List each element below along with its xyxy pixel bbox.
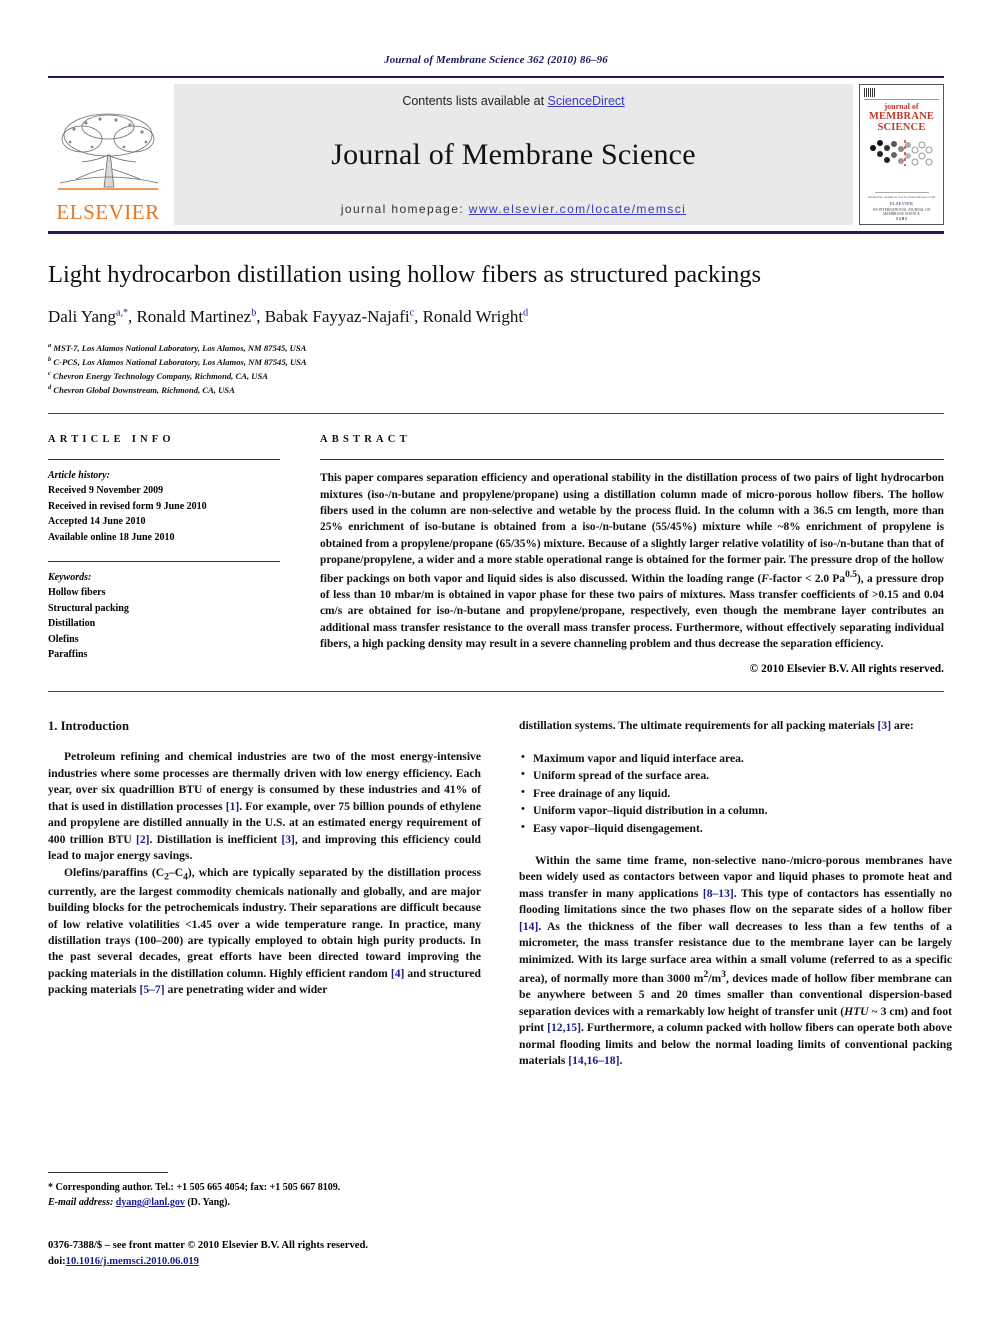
keyword-item: Olefins	[48, 633, 79, 645]
author-2-marks: c	[409, 307, 415, 319]
issn-line: 0376-7388/$ – see front matter © 2010 El…	[48, 1240, 368, 1251]
abstract-heading: ABSTRACT	[320, 434, 411, 446]
affiliation-3: d Chevron Global Downstream, Richmond, C…	[48, 384, 235, 396]
author-0-marks: a,*	[116, 307, 128, 319]
affiliation-2: c Chevron Energy Technology Company, Ric…	[48, 370, 268, 382]
homepage-prefix: journal homepage:	[340, 202, 465, 216]
article-info-heading: ARTICLE INFO	[48, 434, 175, 446]
history-item: Available online 18 June 2010	[48, 531, 175, 543]
info-abstract-region: ARTICLE INFO Article history: Received 9…	[48, 434, 944, 675]
journal-homepage-line: journal homepage: www.elsevier.com/locat…	[341, 202, 686, 216]
list-item: Free drainage of any liquid.	[519, 784, 952, 802]
issn-doi-footer: 0376-7388/$ – see front matter © 2010 El…	[48, 1238, 518, 1270]
author-1: Ronald Martinezb	[136, 307, 257, 327]
keywords-label: Keywords:	[48, 572, 92, 584]
journal-title: Journal of Membrane Science	[331, 138, 696, 171]
body-paragraph: Petroleum refining and chemical industri…	[48, 750, 482, 863]
history-item: Received 9 November 2009	[48, 485, 164, 497]
paper-page: Journal of Membrane Science 362 (2010) 8…	[0, 0, 992, 1323]
body-paragraph: Olefins/paraffins (C2–C4), which are typ…	[48, 865, 481, 997]
elsevier-logo: ELSEVIER	[48, 84, 168, 225]
author-3-marks: d	[523, 307, 529, 319]
history-item: Received in revised form 9 June 2010	[48, 500, 207, 512]
doi-link[interactable]: 10.1016/j.memsci.2010.06.019	[66, 1256, 199, 1267]
cover-molecule-art	[867, 136, 937, 181]
article-history-block: Article history: Received 9 November 200…	[48, 460, 280, 545]
cover-line-2: MEMBRANE	[868, 111, 935, 123]
doi-label: doi:	[48, 1255, 66, 1267]
history-item: Accepted 14 June 2010	[48, 516, 146, 528]
journal-cover-thumbnail: journal of MEMBRANE SCIENCE Available on…	[859, 84, 944, 225]
contents-available-line: Contents lists available at ScienceDirec…	[402, 94, 624, 108]
corresponding-author-footnote: * Corresponding author. Tel.: +1 505 665…	[48, 1172, 481, 1210]
elsevier-tree-icon	[58, 113, 159, 190]
email-label: E-mail address:	[48, 1197, 114, 1208]
cover-line-1: journal of	[884, 102, 919, 111]
affiliation-list: a MST-7, Los Alamos National Laboratory,…	[48, 341, 944, 397]
email-link[interactable]: dyang@lanl.gov	[116, 1197, 185, 1208]
requirements-list: Maximum vapor and liquid interface area.…	[519, 749, 952, 837]
footnote-contact: * Corresponding author. Tel.: +1 505 665…	[48, 1182, 341, 1193]
journal-homepage-link[interactable]: www.elsevier.com/locate/memsci	[469, 202, 686, 216]
list-item: Easy vapor–liquid disengagement.	[519, 819, 952, 837]
page-title: Light hydrocarbon distillation using hol…	[48, 261, 762, 288]
contents-prefix: Contents lists available at	[402, 94, 548, 108]
author-3: Ronald Wrightd	[422, 307, 529, 327]
cover-foot-2: ELSEVIER	[889, 201, 914, 206]
cover-foot-4: 1 1 8 1	[896, 216, 907, 221]
keyword-item: Paraffins	[48, 649, 88, 661]
section-heading-introduction: 1. Introduction	[48, 718, 129, 733]
list-item: Uniform vapor–liquid distribution in a c…	[519, 801, 952, 819]
cover-foot-1: Available online at www.sciencedirect.co…	[868, 195, 935, 199]
author-1-marks: b	[251, 307, 257, 319]
article-info-column: ARTICLE INFO Article history: Received 9…	[48, 434, 280, 674]
body-columns: 1. Introduction Petroleum refining and c…	[48, 718, 952, 1070]
list-item: Maximum vapor and liquid interface area.	[519, 749, 952, 767]
title-block: Light hydrocarbon distillation using hol…	[48, 260, 944, 397]
keyword-item: Hollow fibers	[48, 587, 106, 599]
body-column-right: distillation systems. The ultimate requi…	[519, 718, 952, 1070]
footnote-rule	[48, 1172, 168, 1173]
doi-line: doi:10.1016/j.memsci.2010.06.019	[48, 1254, 518, 1270]
masthead: ELSEVIER Contents lists available at Sci…	[48, 76, 944, 225]
author-2: Babak Fayyaz-Najafic	[264, 307, 415, 327]
affiliation-1: b C-PCS, Los Alamos National Laboratory,…	[48, 356, 307, 368]
body-column-left: 1. Introduction Petroleum refining and c…	[48, 718, 481, 1070]
elsevier-wordmark: ELSEVIER	[56, 200, 160, 224]
masthead-bottom-rule	[48, 231, 944, 234]
sciencedirect-link[interactable]: ScienceDirect	[548, 94, 625, 108]
email-owner: (D. Yang).	[187, 1197, 231, 1208]
running-head: Journal of Membrane Science 362 (2010) 8…	[384, 54, 608, 66]
cover-foot-3: AN INTERNATIONAL JOURNAL ON MEMBRANE SCI…	[872, 208, 931, 216]
barcode-icon	[864, 88, 875, 97]
abstract-copyright: © 2010 Elsevier B.V. All rights reserved…	[749, 662, 944, 675]
journal-banner: Contents lists available at ScienceDirec…	[174, 84, 853, 225]
footnote-email-line: E-mail address: dyang@lanl.gov (D. Yang)…	[48, 1195, 481, 1210]
keywords-block: Keywords: Hollow fibers Structural packi…	[48, 561, 280, 663]
keyword-item: Distillation	[48, 618, 96, 630]
abstract-text: This paper compares separation efficienc…	[320, 472, 944, 651]
author-list: Dali Yanga,*, Ronald Martinezb, Babak Fa…	[48, 307, 529, 327]
abstract-bottom-rule	[48, 690, 944, 692]
keyword-item: Structural packing	[48, 602, 129, 614]
abstract-column: ABSTRACT This paper compares separation …	[320, 434, 944, 675]
body-paragraph: Within the same time frame, non-selectiv…	[519, 853, 952, 1068]
cover-line-3: SCIENCE	[877, 122, 926, 134]
body-paragraph: distillation systems. The ultimate requi…	[519, 718, 914, 732]
cover-divider	[864, 99, 939, 100]
author-0: Dali Yanga,*	[48, 307, 128, 327]
title-bottom-rule	[48, 413, 944, 415]
cover-footer: Available online at www.sciencedirect.co…	[864, 190, 939, 221]
affiliation-0: a MST-7, Los Alamos National Laboratory,…	[48, 342, 307, 354]
list-item: Uniform spread of the surface area.	[519, 766, 952, 784]
article-history-label: Article history:	[48, 470, 110, 482]
